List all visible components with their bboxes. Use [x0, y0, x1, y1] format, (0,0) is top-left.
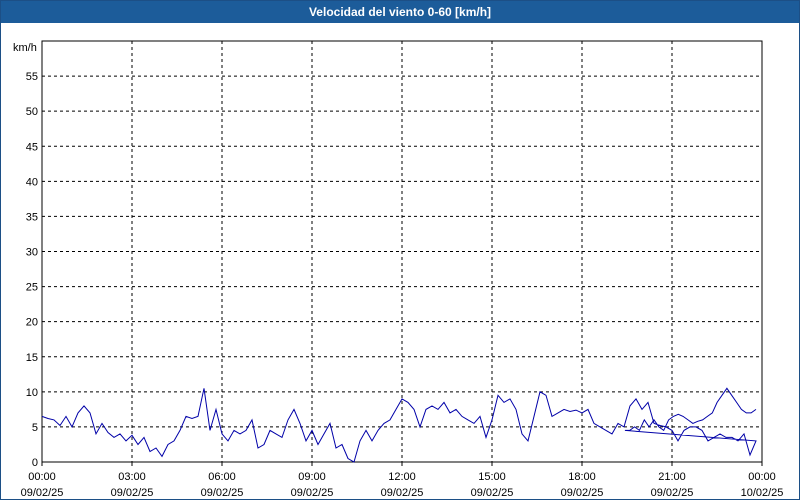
y-tick-label: 35 [26, 211, 38, 223]
y-tick-label: 55 [26, 71, 38, 83]
x-tick-time: 06:00 [208, 471, 236, 483]
y-tick-label: 5 [32, 422, 38, 434]
x-tick-date: 09/02/25 [111, 487, 154, 499]
x-tick-time: 09:00 [298, 471, 326, 483]
x-tick-time: 03:00 [118, 471, 146, 483]
wind-speed-chart: 0 5 10 15 20 25 30 35 40 45 50 55 km/h 00:00 09/02/25 0… [13, 40, 784, 499]
y-tick-label: 45 [26, 141, 38, 153]
x-tick-time: 00:00 [28, 471, 56, 483]
x-tick-date: 09/02/25 [291, 487, 334, 499]
y-tick-label: 15 [26, 352, 38, 364]
y-tick-label: 20 [26, 317, 38, 329]
y-tick-label: 25 [26, 282, 38, 294]
y-axis-label: km/h [13, 42, 37, 54]
y-tick-label: 50 [26, 106, 38, 118]
x-tick-time: 00:00 [748, 471, 776, 483]
x-tick-time: 12:00 [388, 471, 416, 483]
x-tick-date: 09/02/25 [561, 487, 604, 499]
x-tick-date: 09/02/25 [471, 487, 514, 499]
x-tick-date: 09/02/25 [21, 487, 64, 499]
wind-speed-series-line [41, 387, 757, 463]
y-tick-label: 0 [32, 457, 38, 469]
y-tick-label: 30 [26, 247, 38, 259]
x-tick-date: 10/02/25 [741, 487, 784, 499]
chart-window: Velocidad del viento 0-60 [km/h] 0 5 10 15 2… [0, 0, 800, 500]
x-tick-date: 09/02/25 [201, 487, 244, 499]
y-tick-label: 40 [26, 176, 38, 188]
x-tick-time: 18:00 [568, 471, 596, 483]
x-tick-date: 09/02/25 [381, 487, 424, 499]
x-tick-date: 09/02/25 [651, 487, 694, 499]
y-tick-label: 10 [26, 387, 38, 399]
x-tick-time: 15:00 [478, 471, 506, 483]
x-tick-time: 21:00 [658, 471, 686, 483]
